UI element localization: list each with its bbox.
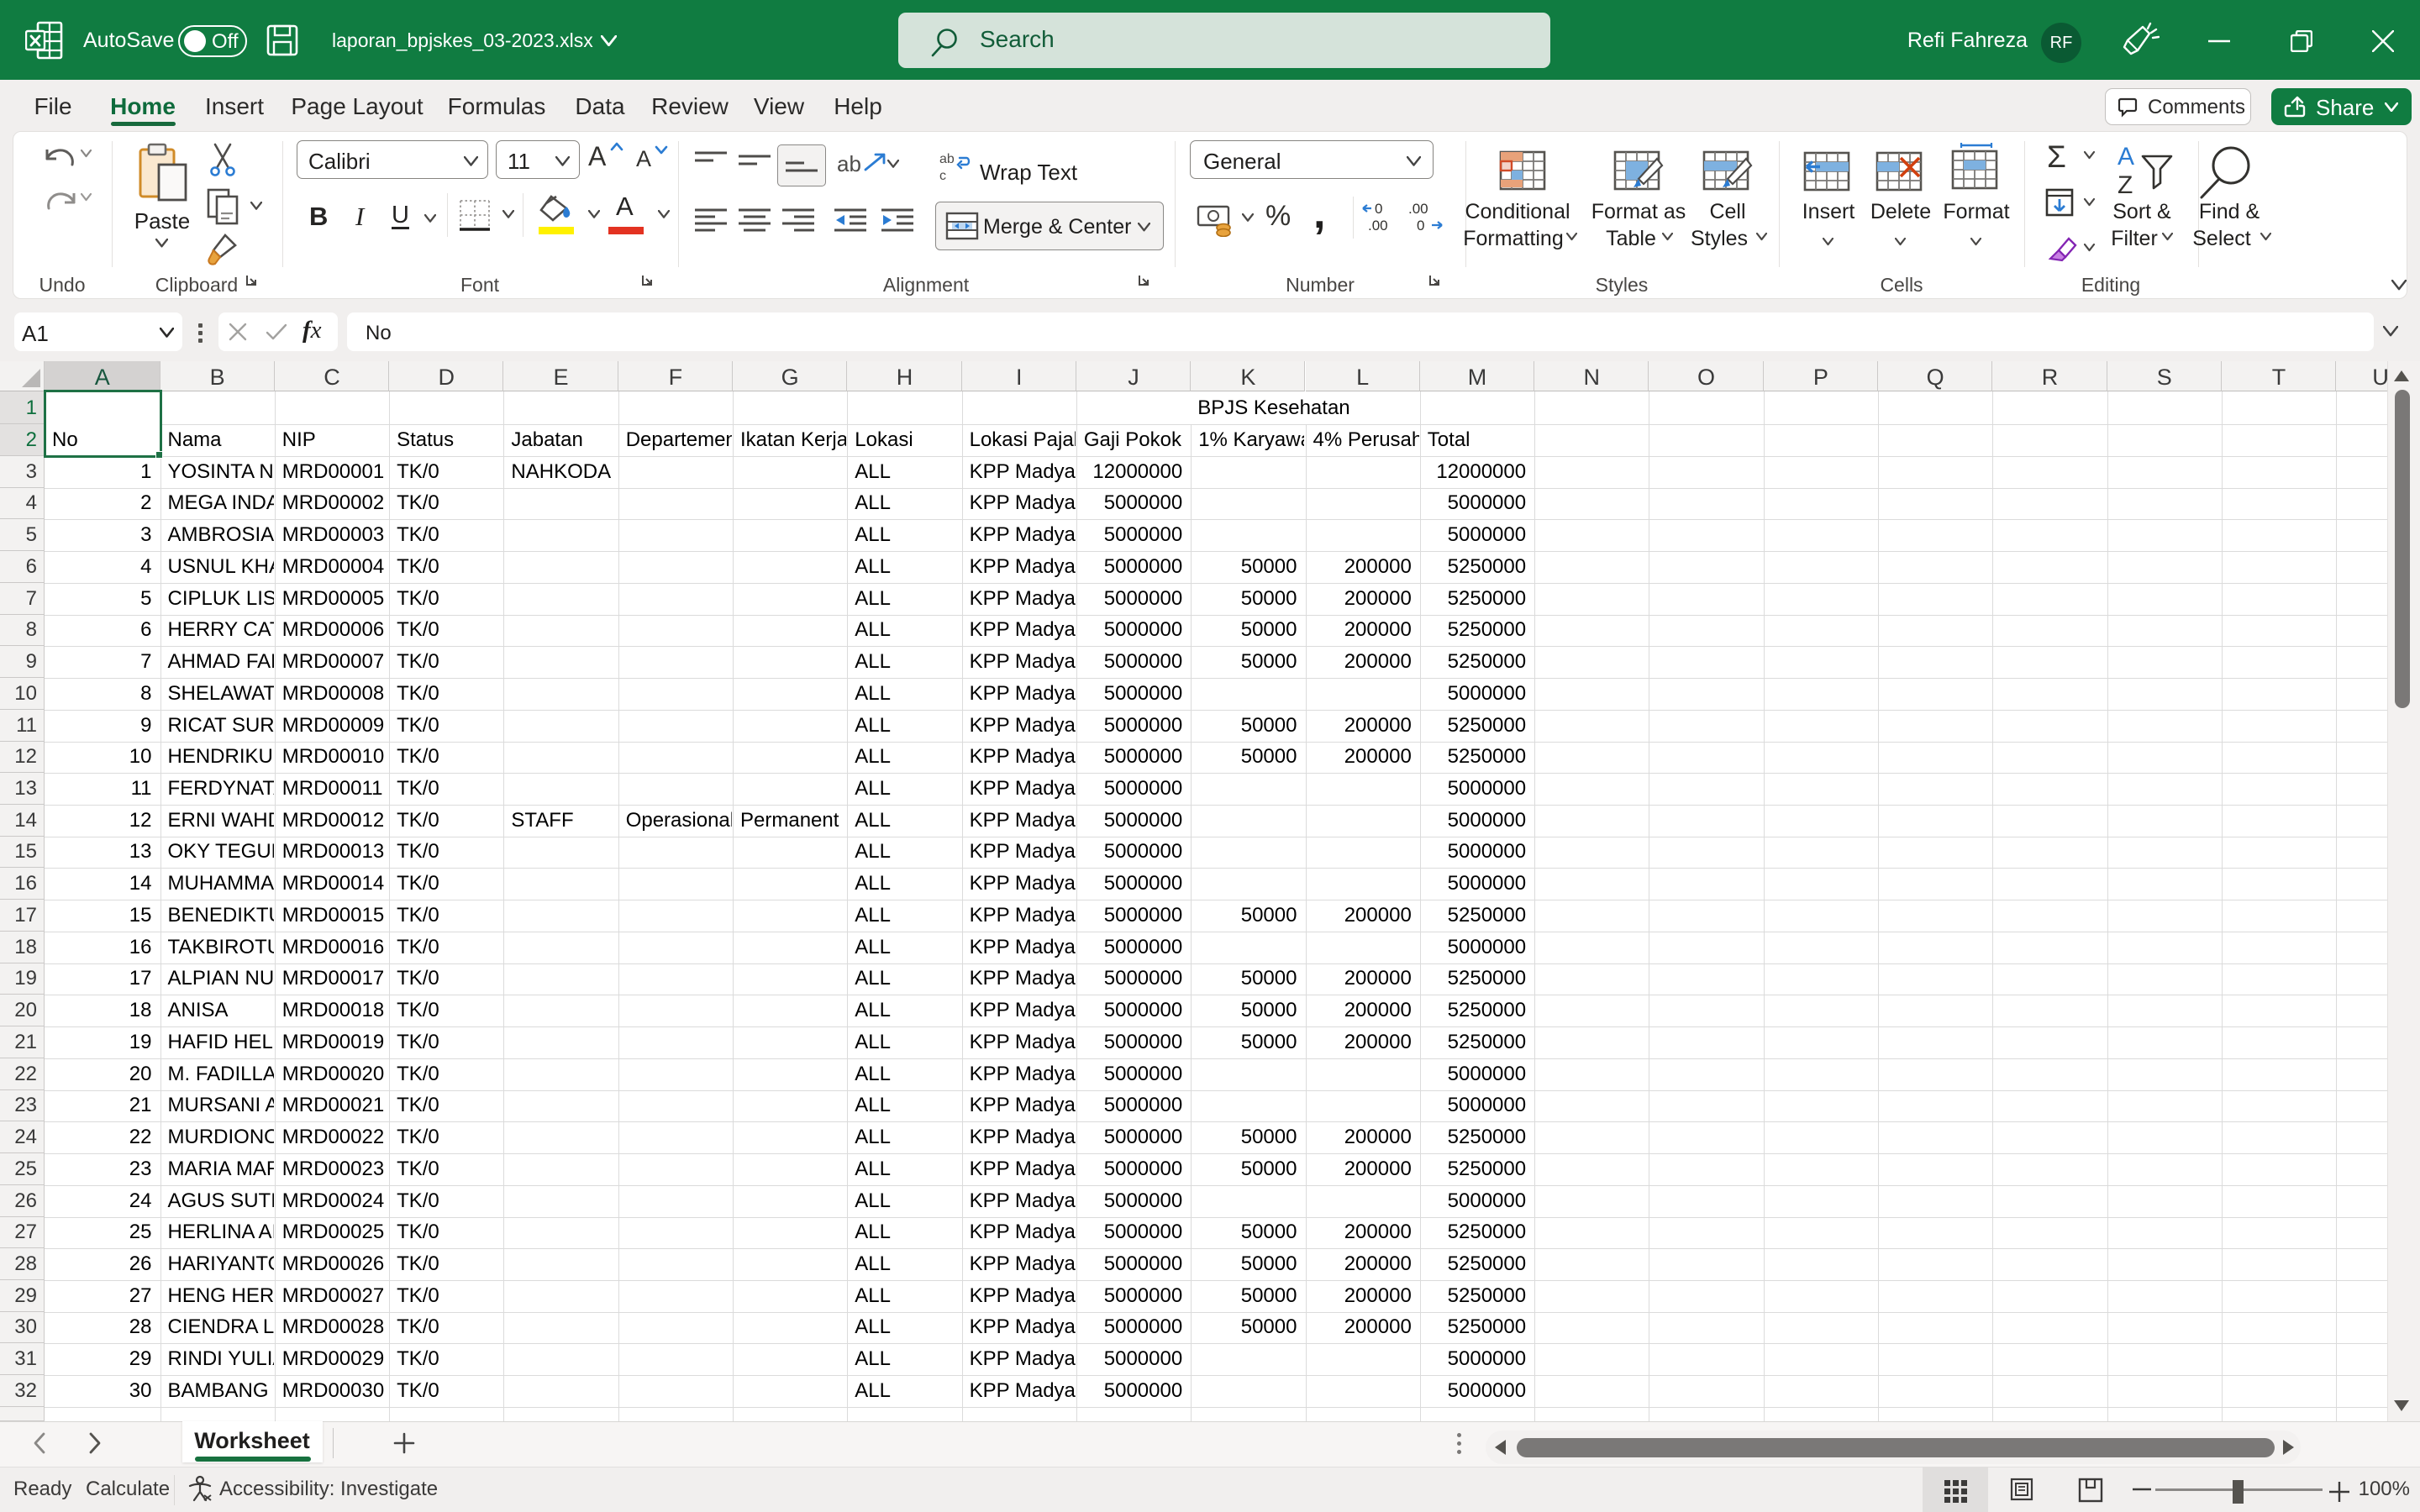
svg-text:.00: .00 [1408,202,1428,217]
svg-text:Z: Z [2118,171,2133,195]
svg-text:ab: ab [939,153,955,166]
svg-text:0: 0 [1375,202,1382,217]
svg-text:0: 0 [1417,218,1424,234]
svg-text:A: A [2118,143,2134,171]
svg-text:c: c [939,169,946,183]
svg-text:.00: .00 [1368,218,1388,234]
